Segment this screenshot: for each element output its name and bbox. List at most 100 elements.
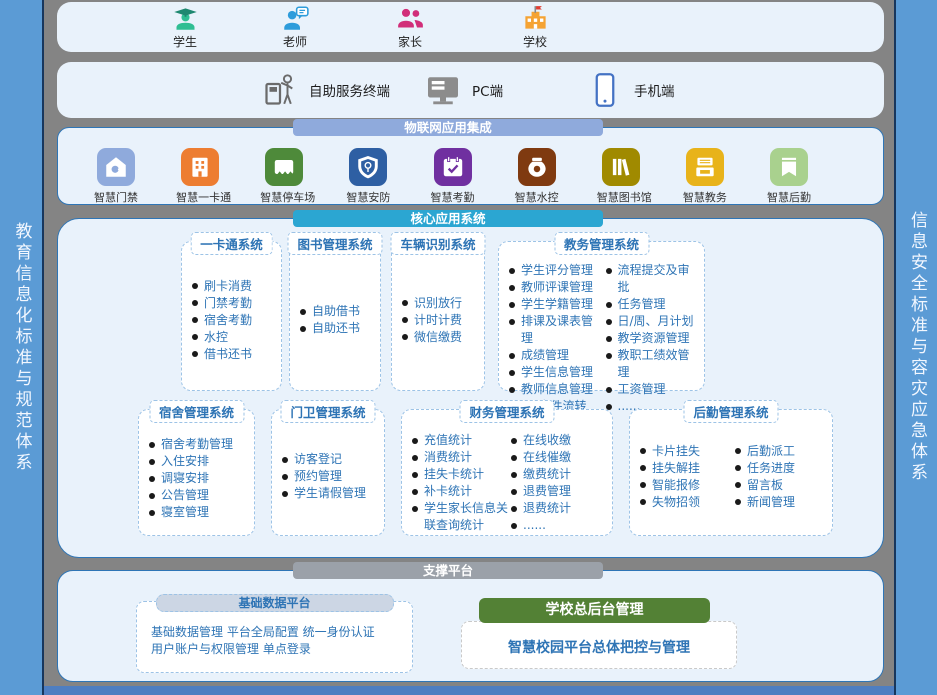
bullet-icon <box>412 472 418 478</box>
bottom-strip <box>44 686 894 695</box>
list-item: 自助还书 <box>300 320 376 337</box>
bullet-icon <box>412 438 418 444</box>
bullet-icon <box>192 317 198 323</box>
bullet-icon <box>282 491 288 497</box>
iot-label: 智慧图书馆 <box>597 189 645 205</box>
list-item: 自助借书 <box>300 303 376 320</box>
list-item: 在线收缴 <box>511 432 608 449</box>
core-box-title: 后勤管理系统 <box>683 400 778 423</box>
terminal-item: 自助服务终端 <box>262 72 390 108</box>
user-item: 家长 <box>368 5 452 50</box>
terminal-item: 手机端 <box>587 72 675 108</box>
bullet-icon <box>149 493 155 499</box>
bullet-icon <box>606 302 612 308</box>
list-item: 流程提交及审批 <box>606 262 701 296</box>
list-item: 新闻管理 <box>735 494 828 511</box>
door-access-icon <box>97 148 135 186</box>
iot-label: 智慧后勤 <box>765 189 813 205</box>
base-data-platform-title: 基础数据平台 <box>156 594 394 612</box>
bullet-icon <box>735 465 741 471</box>
right-pillar-label: 信息安全标准与容灾应急体系 <box>908 211 925 484</box>
bullet-icon <box>511 455 517 461</box>
iot-item: 智慧后勤 <box>765 148 813 205</box>
library-icon <box>602 148 640 186</box>
left-pillar-label: 教育信息化标准与规范体系 <box>13 222 30 474</box>
iot-item: 智慧安防 <box>344 148 392 205</box>
bullet-icon <box>509 353 515 359</box>
academic-icon <box>686 148 724 186</box>
core-box-finance: 财务管理系统 充值统计消费统计挂失卡统计补卡统计学生家长信息关联查询统计在线收缴… <box>401 409 613 536</box>
feature-column: 学生评分管理教师评课管理学生学籍管理排课及课表管理成绩管理学生信息管理教师信息管… <box>509 262 604 384</box>
users-panel: 学生老师家长学校 <box>57 2 884 52</box>
core-box-title: 图书管理系统 <box>287 232 382 255</box>
iot-label: 智慧考勤 <box>429 189 477 205</box>
iot-panel: 物联网应用集成 智慧门禁智慧一卡通智慧停车场智慧安防智慧考勤智慧水控智慧图书馆智… <box>57 127 884 205</box>
list-item: 教师信息管理 <box>509 381 604 398</box>
list-item: 学生学籍管理 <box>509 296 604 313</box>
teacher-icon <box>253 5 337 32</box>
list-item: 识别放行 <box>402 295 480 312</box>
list-item: 后勤派工 <box>735 443 828 460</box>
list-item: 任务管理 <box>606 296 701 313</box>
core-box-items: 访客登记预约管理学生请假管理 <box>272 410 384 535</box>
list-item: 失物招领 <box>640 494 733 511</box>
bullet-icon <box>511 523 517 529</box>
school-admin-box: 智慧校园平台总体把控与管理 <box>461 621 737 669</box>
bullet-icon <box>511 489 517 495</box>
core-box-items: 刷卡消费门禁考勤宿舍考勤水控借书还书 <box>182 242 281 390</box>
list-item: 教学资源管理 <box>606 330 701 347</box>
monitor-icon <box>425 72 461 108</box>
iot-label: 智慧教务 <box>681 189 729 205</box>
list-item: 访客登记 <box>282 451 380 468</box>
list-item: 任务进度 <box>735 460 828 477</box>
bullet-icon <box>300 326 306 332</box>
core-box-onecard: 一卡通系统 刷卡消费门禁考勤宿舍考勤水控借书还书 <box>181 241 282 391</box>
bullet-icon <box>509 285 515 291</box>
bullet-icon <box>735 499 741 505</box>
list-item: 水控 <box>192 329 277 346</box>
smart-campus-architecture-diagram: 教育信息化标准与规范体系 信息安全标准与容灾应急体系 学生老师家长学校 自助服务… <box>0 0 937 695</box>
list-item: 退费统计 <box>511 500 608 517</box>
core-box-title: 宿舍管理系统 <box>149 400 244 423</box>
user-label: 老师 <box>253 33 337 50</box>
base-data-platform-box: 基础数据平台 基础数据管理 平台全局配置 统一身份认证 用户账户与权限管理 单点… <box>136 601 413 673</box>
list-item: 充值统计 <box>412 432 509 449</box>
feature-column: 充值统计消费统计挂失卡统计补卡统计学生家长信息关联查询统计 <box>412 432 509 529</box>
bullet-icon <box>149 442 155 448</box>
bullet-icon <box>606 336 612 342</box>
feature-column: 访客登记预约管理学生请假管理 <box>282 434 380 529</box>
bullet-icon <box>606 387 612 393</box>
bullet-icon <box>640 482 646 488</box>
core-box-title: 车辆识别系统 <box>390 232 485 255</box>
user-item: 老师 <box>253 5 337 50</box>
bullet-icon <box>511 506 517 512</box>
core-banner: 核心应用系统 <box>293 210 603 227</box>
list-item: 学生请假管理 <box>282 485 380 502</box>
core-box-items: 自助借书自助还书 <box>290 242 380 390</box>
feature-column: 识别放行计时计费微信缴费 <box>402 266 480 384</box>
terminal-item: PC端 <box>425 72 503 108</box>
terminal-label: 手机端 <box>634 80 675 100</box>
core-box-title: 教务管理系统 <box>554 232 649 255</box>
core-box-items: 宿舍考勤管理入住安排调寝安排公告管理寝室管理 <box>139 410 254 535</box>
list-item: 门禁考勤 <box>192 295 277 312</box>
core-box-title: 一卡通系统 <box>190 232 273 255</box>
list-item: 入住安排 <box>149 453 250 470</box>
school-admin-title: 学校总后台管理 <box>479 598 710 623</box>
left-standard-pillar: 教育信息化标准与规范体系 <box>0 0 44 695</box>
core-box-title: 门卫管理系统 <box>280 400 375 423</box>
user-item: 学生 <box>143 5 227 50</box>
iot-banner: 物联网应用集成 <box>293 119 603 136</box>
bullet-icon <box>509 387 515 393</box>
parents-icon <box>368 5 452 32</box>
bullet-icon <box>282 474 288 480</box>
list-item: 在线催缴 <box>511 449 608 466</box>
support-platform-panel: 支撑平台 基础数据平台 基础数据管理 平台全局配置 统一身份认证 用户账户与权限… <box>57 570 884 682</box>
core-box-gate: 门卫管理系统 访客登记预约管理学生请假管理 <box>271 409 385 536</box>
bullet-icon <box>300 309 306 315</box>
iot-item: 智慧图书馆 <box>597 148 645 205</box>
bullet-icon <box>509 268 515 274</box>
terminals-panel: 自助服务终端 PC端 手机端 <box>57 62 884 118</box>
iot-item: 智慧一卡通 <box>176 148 224 205</box>
list-item: 学生家长信息关联查询统计 <box>412 500 509 534</box>
